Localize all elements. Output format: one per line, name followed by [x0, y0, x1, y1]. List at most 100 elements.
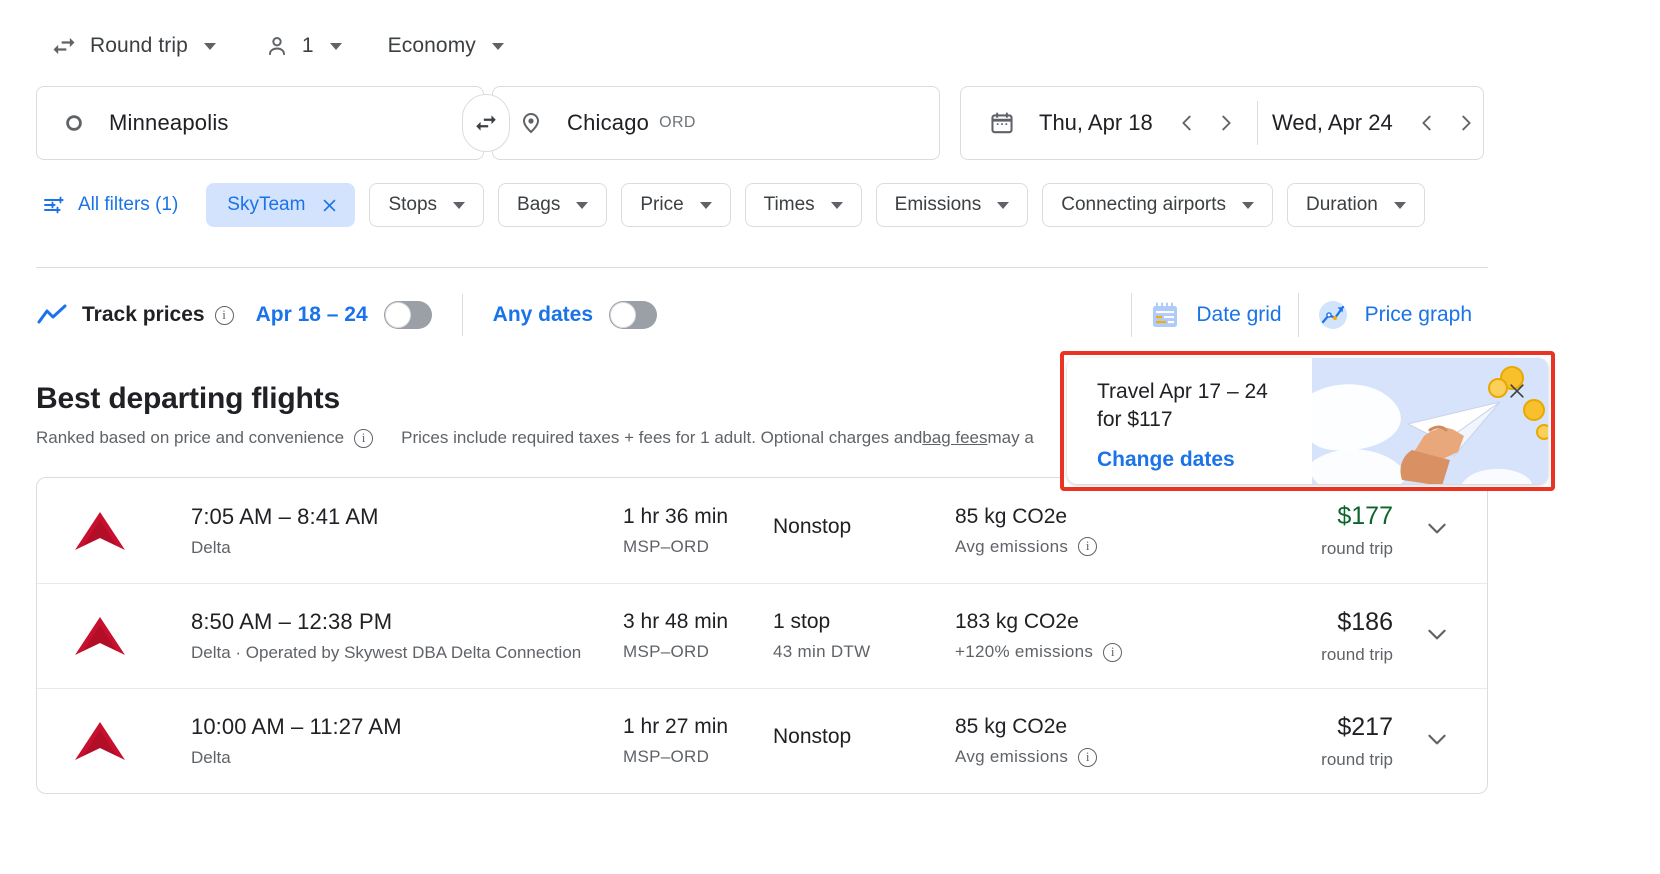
filter-chip-emissions[interactable]: Emissions: [875, 183, 1029, 227]
filter-chip-skyteam-label: SkyTeam: [227, 194, 306, 215]
return-next-day-button[interactable]: [1450, 106, 1483, 140]
filter-chip-times[interactable]: Times: [744, 183, 862, 227]
flight-price-note: round trip: [1321, 644, 1393, 664]
close-icon[interactable]: [1504, 378, 1530, 404]
filter-chip-emissions-label: Emissions: [894, 194, 982, 215]
filter-chip-price-label: Price: [640, 194, 684, 215]
paper-plane-coins-illustration: [1312, 358, 1548, 484]
page-title: Best departing flights: [36, 382, 340, 415]
info-icon[interactable]: i: [214, 305, 234, 325]
destination-value: Chicago: [567, 110, 650, 135]
date-grid-button[interactable]: Date grid: [1132, 298, 1297, 332]
ranked-note: Ranked based on price and convenience: [36, 428, 345, 447]
bag-fees-link[interactable]: bag fees: [922, 428, 987, 448]
cabin-class-selector[interactable]: Economy: [378, 28, 514, 64]
departure-prev-day-button[interactable]: [1171, 106, 1204, 140]
date-range-selector[interactable]: Thu, Apr 18 Wed, Apr 24: [960, 86, 1484, 160]
flight-duration: 1 hr 27 min: [623, 715, 729, 738]
info-icon[interactable]: i: [354, 428, 374, 448]
delta-logo-icon: [73, 718, 191, 764]
passengers-selector[interactable]: 1: [254, 27, 352, 65]
filter-chip-duration-label: Duration: [1306, 194, 1378, 215]
info-icon[interactable]: i: [1078, 747, 1098, 767]
flight-route: MSP–ORD: [623, 747, 710, 766]
info-icon[interactable]: i: [1103, 642, 1123, 662]
close-icon[interactable]: [321, 197, 338, 214]
track-date-range-label[interactable]: Apr 18 – 24: [256, 303, 368, 327]
change-dates-link[interactable]: Change dates: [1097, 448, 1268, 472]
flight-results-list: 7:05 AM – 8:41 AM Delta 1 hr 36 min MSP–…: [36, 477, 1488, 794]
view-links-row: Date grid Price graph: [1131, 293, 1488, 337]
trip-type-label: Round trip: [90, 34, 188, 57]
filter-chip-bags-label: Bags: [517, 194, 561, 215]
departure-next-day-button[interactable]: [1210, 106, 1243, 140]
promo-highlight-box: Travel Apr 17 – 24 for $117 Change dates: [1060, 351, 1555, 491]
chevron-down-icon: [1242, 201, 1255, 209]
google-flights-page: Round trip 1 Economy Minneapolis Chicago…: [0, 0, 1660, 874]
date-divider: [1257, 101, 1259, 145]
swap-places-button[interactable]: [462, 94, 510, 152]
filter-chip-stops-label: Stops: [388, 194, 438, 215]
info-icon[interactable]: i: [1078, 537, 1098, 556]
change-dates-promo[interactable]: Travel Apr 17 – 24 for $117 Change dates: [1067, 358, 1548, 484]
filter-chip-connecting-airports-label: Connecting airports: [1061, 194, 1227, 215]
filter-chip-price[interactable]: Price: [621, 183, 731, 227]
expand-flight-button[interactable]: [1411, 515, 1463, 546]
track-divider: [461, 294, 463, 336]
flight-stops-cell: 1 stop 43 min DTW: [773, 610, 955, 662]
any-dates-label[interactable]: Any dates: [493, 303, 593, 327]
toggle-knob: [610, 302, 637, 328]
flight-duration-cell: 3 hr 48 min MSP–ORD: [623, 610, 773, 662]
filter-chip-stops[interactable]: Stops: [369, 183, 485, 227]
expand-flight-button[interactable]: [1411, 621, 1463, 652]
flight-stops-cell: Nonstop: [773, 515, 955, 547]
table-row[interactable]: 8:50 AM – 12:38 PM Delta · Operated by S…: [37, 583, 1487, 688]
flight-stops-cell: Nonstop: [773, 725, 955, 757]
return-prev-day-button[interactable]: [1411, 106, 1444, 140]
filter-chip-bags[interactable]: Bags: [498, 183, 608, 227]
delta-logo-icon: [73, 613, 191, 659]
track-prices-label: Track prices: [82, 303, 205, 326]
chevron-down-icon: [491, 42, 504, 50]
chevron-down-icon: [830, 201, 843, 209]
all-filters-button[interactable]: All filters (1): [36, 187, 184, 223]
track-date-range-toggle[interactable]: [383, 301, 432, 329]
location-pin-icon: [519, 111, 543, 135]
date-grid-icon: [1148, 298, 1182, 332]
table-row[interactable]: 7:05 AM – 8:41 AM Delta 1 hr 36 min MSP–…: [37, 478, 1487, 583]
flight-emissions: 85 kg CO2e: [955, 715, 1068, 738]
filter-chips-row: All filters (1) SkyTeam Stops Bags Price…: [36, 182, 1425, 228]
flight-airline: Delta: [191, 537, 231, 557]
expand-flight-button[interactable]: [1411, 726, 1463, 757]
chevron-down-icon: [699, 201, 712, 209]
price-graph-button[interactable]: Price graph: [1299, 297, 1488, 333]
circle-origin-icon: [63, 112, 85, 134]
flight-time-cell: 10:00 AM – 11:27 AM Delta: [191, 714, 623, 768]
flight-emissions-note: Avg emissions: [955, 747, 1069, 766]
return-date-value: Wed, Apr 24: [1272, 110, 1393, 135]
table-row[interactable]: 10:00 AM – 11:27 AM Delta 1 hr 27 min MS…: [37, 688, 1487, 793]
chevron-down-icon: [329, 42, 342, 50]
filter-chip-connecting-airports[interactable]: Connecting airports: [1042, 183, 1274, 227]
filter-chip-duration[interactable]: Duration: [1287, 183, 1425, 227]
flight-duration-cell: 1 hr 27 min MSP–ORD: [623, 715, 773, 767]
all-filters-label: All filters (1): [78, 194, 179, 215]
any-dates-toggle[interactable]: [609, 301, 658, 329]
filter-chip-skyteam[interactable]: SkyTeam: [206, 183, 356, 227]
flight-emissions: 85 kg CO2e: [955, 504, 1068, 528]
cabin-class-label: Economy: [387, 34, 476, 57]
flight-time-cell: 8:50 AM – 12:38 PM Delta · Operated by S…: [191, 609, 623, 663]
calendar-icon: [989, 110, 1015, 136]
departure-date-value: Thu, Apr 18: [1039, 110, 1153, 135]
flight-duration: 1 hr 36 min: [623, 504, 729, 528]
toggle-knob: [384, 302, 411, 328]
flight-airline: Delta · Operated by Skywest DBA Delta Co…: [191, 643, 582, 662]
flight-airline: Delta: [191, 748, 231, 767]
flight-emissions-note: +120% emissions: [955, 642, 1094, 661]
origin-input[interactable]: Minneapolis: [36, 86, 484, 160]
flight-price-note: round trip: [1321, 539, 1393, 558]
destination-input[interactable]: Chicago ORD: [492, 86, 940, 160]
promo-line-1: Travel Apr 17 – 24: [1097, 380, 1268, 403]
flight-emissions-cell: 183 kg CO2e +120% emissions i: [955, 610, 1185, 662]
trip-type-selector[interactable]: Round trip: [40, 26, 226, 66]
